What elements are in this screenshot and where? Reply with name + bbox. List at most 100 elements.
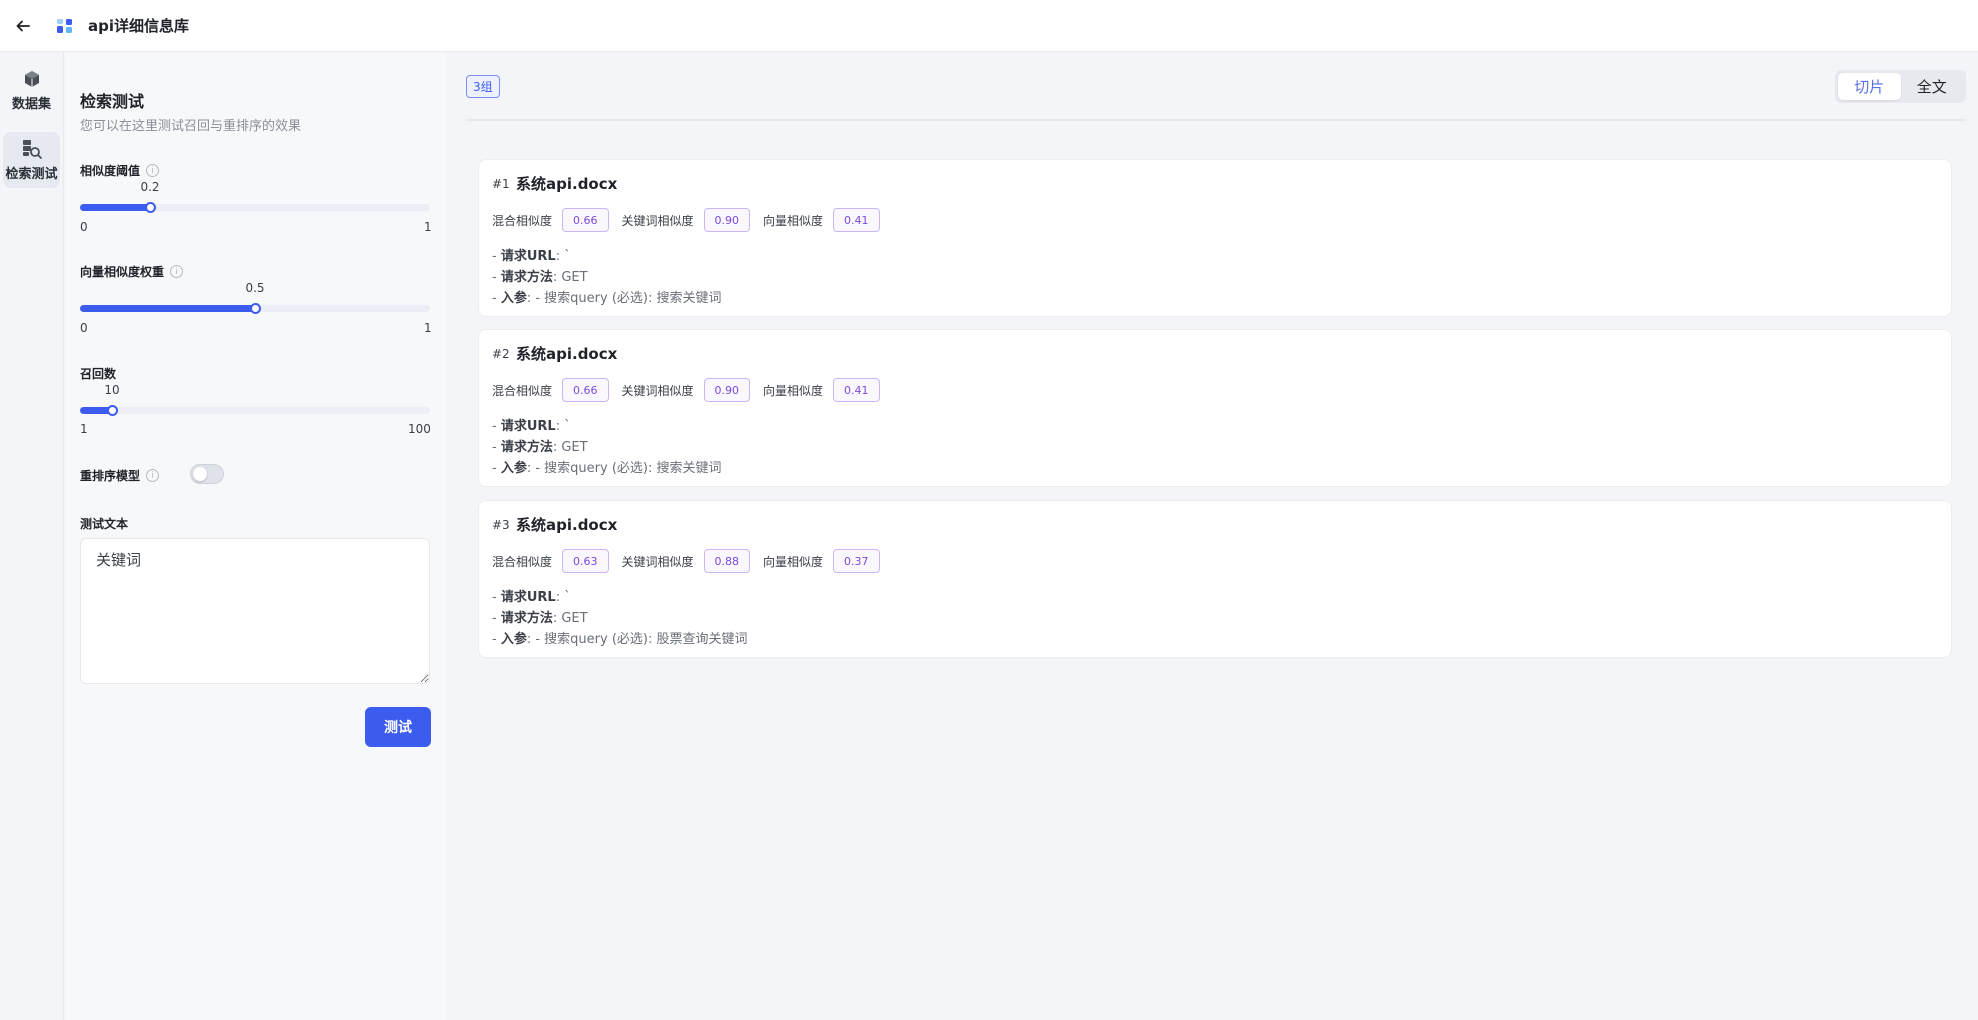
rail-item-search-test[interactable]: 检索测试	[3, 132, 60, 188]
similarity-slider[interactable]	[80, 202, 430, 213]
slider-thumb[interactable]	[107, 405, 118, 416]
vector-score-label: 向量相似度	[763, 383, 824, 398]
result-card[interactable]: #1 系统api.docx 混合相似度 0.66 关键词相似度 0.90 向量相…	[478, 159, 1952, 317]
params-value: : - 搜索query (必选): 搜索关键词	[526, 291, 722, 306]
keyword-score-value: 0.88	[703, 549, 751, 573]
rerank-toggle[interactable]	[190, 464, 224, 484]
slider-fill	[80, 204, 150, 211]
vector-weight-label: 向量相似度权重 i	[80, 263, 184, 280]
url-label: 请求URL	[500, 590, 556, 605]
vector-score-value: 0.41	[833, 208, 880, 232]
content-line-method: - 请求方法: GET	[492, 440, 588, 455]
vector-weight-max: 1	[424, 321, 432, 335]
url-label: 请求URL	[500, 419, 556, 434]
keyword-score-value: 0.90	[703, 208, 751, 232]
vector-weight-min: 0	[80, 321, 88, 335]
cube-icon	[21, 68, 43, 90]
slider-thumb[interactable]	[250, 303, 261, 314]
view-mode-switch: 切片 全文	[1835, 70, 1966, 103]
rerank-label: 重排序模型 i	[80, 467, 160, 484]
result-file-name: 系统api.docx	[516, 175, 618, 193]
rail-label-dataset: 数据集	[11, 97, 51, 112]
slider-track	[80, 407, 430, 414]
result-index: #2	[492, 347, 510, 361]
mixed-score-value: 0.66	[562, 208, 609, 232]
recall-slider[interactable]	[80, 405, 430, 416]
keyword-score-label: 关键词相似度	[621, 554, 694, 569]
vector-score-value: 0.41	[833, 378, 880, 402]
vector-weight-slider[interactable]	[80, 303, 430, 314]
info-icon[interactable]: i	[170, 265, 184, 278]
url-value: : `	[555, 249, 571, 264]
result-index: #3	[492, 518, 510, 532]
info-icon[interactable]: i	[146, 164, 160, 177]
content-line-params: - 入参: - 搜索query (必选): 搜索关键词	[492, 291, 722, 306]
vector-weight-value: 0.5	[245, 281, 265, 295]
mixed-score-label: 混合相似度	[492, 383, 553, 398]
method-value: : GET	[552, 270, 588, 285]
rerank-label-text: 重排序模型	[80, 469, 141, 483]
params-value: : - 搜索query (必选): 搜索关键词	[526, 461, 722, 476]
url-value: : `	[555, 419, 571, 434]
content-line-params: - 入参: - 搜索query (必选): 股票查询关键词	[492, 632, 748, 647]
mixed-score-label: 混合相似度	[492, 213, 553, 228]
search-test-icon	[21, 138, 43, 160]
method-value: : GET	[552, 440, 588, 455]
url-label: 请求URL	[500, 249, 556, 264]
content-line-params: - 入参: - 搜索query (必选): 搜索关键词	[492, 461, 722, 476]
keyword-score-label: 关键词相似度	[621, 213, 694, 228]
panel-title: 检索测试	[80, 92, 145, 111]
method-label: 请求方法	[500, 440, 553, 455]
similarity-label-text: 相似度阈值	[80, 164, 141, 178]
content-line-url: - 请求URL: `	[492, 249, 571, 264]
vector-score-label: 向量相似度	[763, 213, 824, 228]
results-area: 3组 切片 全文 #1 系统api.docx 混合相似度 0.66 关键词相似度…	[447, 52, 1978, 1020]
content-line-method: - 请求方法: GET	[492, 611, 588, 626]
back-arrow-icon[interactable]	[12, 15, 34, 37]
params-label: 入参	[500, 291, 527, 306]
left-rail: 数据集 检索测试	[0, 52, 64, 1020]
app-title: api详细信息库	[88, 17, 190, 35]
similarity-value: 0.2	[140, 180, 160, 194]
result-card[interactable]: #3 系统api.docx 混合相似度 0.63 关键词相似度 0.88 向量相…	[478, 500, 1952, 658]
group-count-badge: 3组	[466, 75, 500, 98]
params-label: 入参	[500, 632, 527, 647]
rail-label-search-test: 检索测试	[5, 167, 58, 182]
toggle-knob	[193, 467, 207, 481]
mixed-score-label: 混合相似度	[492, 554, 553, 569]
settings-panel: 检索测试 您可以在这里测试召回与重排序的效果 相似度阈值 i 0.2 0 1 向…	[65, 52, 446, 1020]
method-label: 请求方法	[500, 270, 553, 285]
test-button[interactable]: 测试	[365, 707, 431, 747]
content-line-method: - 请求方法: GET	[492, 270, 588, 285]
divider	[466, 119, 1966, 121]
test-text-label-text: 测试文本	[80, 517, 129, 531]
test-text-input[interactable]: 关键词	[80, 538, 430, 684]
similarity-label: 相似度阈值 i	[80, 162, 160, 179]
mixed-score-value: 0.66	[562, 378, 609, 402]
tab-slice[interactable]: 切片	[1838, 73, 1901, 100]
keyword-score-label: 关键词相似度	[621, 383, 694, 398]
params-label: 入参	[500, 461, 527, 476]
similarity-max: 1	[424, 220, 432, 234]
result-card[interactable]: #2 系统api.docx 混合相似度 0.66 关键词相似度 0.90 向量相…	[478, 329, 1952, 487]
recall-value: 10	[104, 383, 120, 397]
content-line-url: - 请求URL: `	[492, 419, 571, 434]
result-file-name: 系统api.docx	[516, 345, 618, 363]
rail-item-dataset[interactable]: 数据集	[3, 62, 60, 118]
tab-fulltext[interactable]: 全文	[1901, 73, 1964, 100]
content-line-url: - 请求URL: `	[492, 590, 571, 605]
slider-thumb[interactable]	[145, 202, 156, 213]
score-row: 混合相似度 0.66 关键词相似度 0.90 向量相似度 0.41	[492, 378, 893, 402]
mixed-score-value: 0.63	[562, 549, 609, 573]
recall-label-text: 召回数	[80, 367, 117, 381]
method-value: : GET	[552, 611, 588, 626]
method-label: 请求方法	[500, 611, 553, 626]
url-value: : `	[555, 590, 571, 605]
info-icon[interactable]: i	[146, 469, 160, 482]
panel-subtitle: 您可以在这里测试召回与重排序的效果	[80, 119, 302, 134]
recall-min: 1	[80, 422, 88, 436]
vector-weight-label-text: 向量相似度权重	[80, 265, 165, 279]
top-bar: api详细信息库	[0, 0, 1978, 52]
keyword-score-value: 0.90	[703, 378, 751, 402]
app-logo-icon	[54, 15, 76, 37]
